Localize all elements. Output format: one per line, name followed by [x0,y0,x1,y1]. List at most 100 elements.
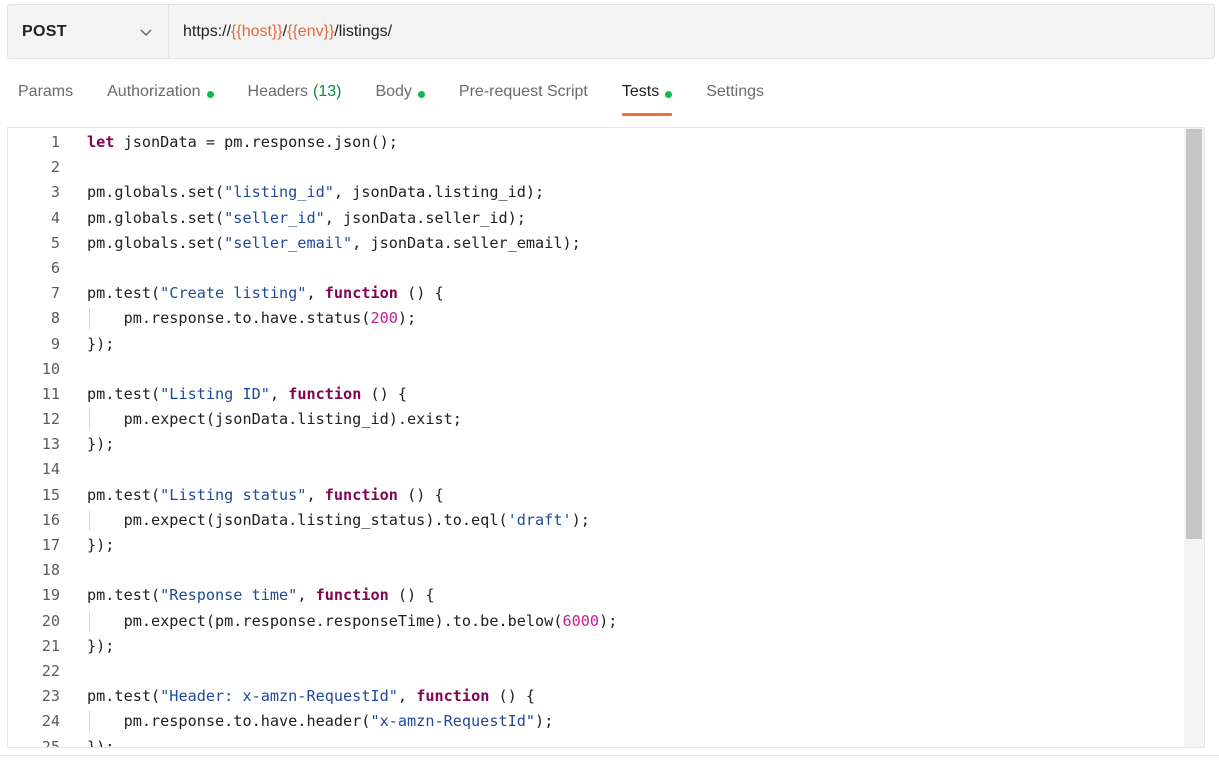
url-input[interactable]: https://{{host}} / {{env}}/listings/ [169,5,1214,58]
tab-label: Params [18,83,74,100]
code-token: pm.test( [87,485,161,504]
code-token: pm.test( [87,384,161,403]
code-line: 12 pm.expect(jsonData.listing_id).exist; [8,407,1186,432]
code-token: , jsonData.listing_id); [333,183,545,202]
line-number: 22 [41,661,60,680]
code-token: }); [87,636,115,655]
divider [0,755,1219,756]
code-token: }); [87,536,115,554]
code-text: }); [87,735,114,748]
code-line: 7 pm.test("Create listing", function () { [8,281,1186,306]
code-line: 5 pm.globals.set("seller_email", jsonData… [8,231,1186,256]
tab-authorization[interactable]: Authorization [107,78,214,116]
code-line: 3 pm.globals.set("listing_id", jsonData.l… [8,180,1186,205]
tab-body[interactable]: Body [375,78,425,116]
editor-scrollbar[interactable] [1184,128,1204,747]
code-token: pm.test( [87,687,161,706]
tab-tests[interactable]: Tests [621,78,673,116]
code-line: 15 pm.test("Listing status", function () … [8,483,1186,508]
code-text: pm.response.to.have.status(200); [87,306,417,331]
code-token: pm.test( [87,284,161,303]
code-token: let [87,133,115,151]
line-number: 5 [50,233,60,252]
code-token: () { [397,485,444,504]
tab-settings[interactable]: Settings [706,78,764,116]
line-number: 20 [41,611,60,630]
line-number: 2 [50,158,60,177]
code-token: "x-amzn-RequestId" [370,712,536,731]
code-token: ); [571,510,590,529]
code-text: pm.test("Listing status", function () { [87,483,444,508]
tab-headers[interactable]: Headers (13) [248,78,342,116]
tab-label: Pre-request Script [458,83,588,100]
request-tabs: Params Authorization Headers (13) Body P… [18,78,798,118]
code-line: 4 pm.globals.set("seller_id", jsonData.se… [8,206,1186,231]
code-token: () { [489,687,536,706]
scrollbar-thumb[interactable] [1186,129,1202,539]
code-lines: 1 let jsonData = pm.response.json(); 2 3 pm.… [8,130,1186,748]
request-url-bar: POST https://{{host}} / {{env}}/listings/ [7,4,1215,59]
code-text: pm.expect(jsonData.listing_status).to.eq… [87,508,590,533]
code-token: , [306,284,325,303]
line-number: 21 [41,636,60,655]
code-token: ); [397,309,417,328]
tab-params[interactable]: Params [18,78,73,116]
code-line: 25}); [8,735,1186,748]
code-text: pm.test("Listing ID", function () { [87,382,407,407]
indent-guide [89,711,90,733]
line-number: 19 [41,586,60,605]
code-token: () { [397,284,444,303]
code-line: 14 [8,457,1186,482]
code-token: jsonData = pm.response.json(); [114,133,398,151]
code-token: , [297,586,316,605]
status-dot-icon [206,91,214,98]
code-token: ); [535,712,554,731]
method-select[interactable]: POST [8,5,169,58]
code-text: }); [87,432,114,457]
tab-label: Settings [706,83,765,100]
code-token: , jsonData.seller_id); [324,208,526,227]
url-suffix: /listings/ [334,22,393,40]
line-number: 17 [41,536,60,554]
indent-guide [89,610,90,632]
code-text: }); [87,634,114,659]
code-token: function [315,586,389,605]
code-line: 2 [8,155,1186,180]
code-line: 9}); [8,332,1186,357]
line-number: 1 [50,133,60,151]
code-text: pm.test("Response time", function () { [87,583,434,608]
code-line: 21}); [8,634,1186,659]
code-token: function [416,687,490,706]
code-text: }); [87,533,114,558]
line-number: 8 [50,309,60,328]
code-token: , [397,687,417,706]
line-number: 3 [50,183,60,202]
code-token: pm.expect(pm.response.responseTime).to.b… [87,611,563,630]
chevron-down-icon [140,28,152,36]
code-token: function [288,384,362,403]
code-token: ); [599,611,618,630]
line-number: 4 [50,208,60,227]
tab-label: Tests [621,83,660,100]
line-number: 6 [50,258,60,277]
tests-code-editor[interactable]: 1 let jsonData = pm.response.json(); 2 3 pm.… [7,127,1205,748]
tab-pre-request-script[interactable]: Pre-request Script [459,78,588,116]
indent-guide [89,409,90,431]
line-number: 24 [41,712,60,731]
code-token: pm.response.to.have.header( [87,712,371,731]
code-line: 22 [8,659,1186,684]
indent-guide [89,308,90,330]
tab-label: Body [375,83,412,100]
code-token: 6000 [562,611,600,630]
code-text: pm.globals.set("seller_email", jsonData.… [87,231,581,256]
code-text: pm.globals.set("listing_id", jsonData.li… [87,180,544,205]
code-token: pm.expect(jsonData.listing_id).exist; [87,410,462,429]
line-number: 14 [41,460,60,479]
indent-guide [89,509,90,531]
code-token: }); [87,435,115,454]
url-prefix: https:// [183,22,232,40]
code-token: , [306,485,325,504]
code-line: 19 pm.test("Response time", function () { [8,583,1186,608]
code-line: 8 pm.response.to.have.status(200); [8,306,1186,331]
code-line: 16 pm.expect(jsonData.listing_status).to… [8,508,1186,533]
